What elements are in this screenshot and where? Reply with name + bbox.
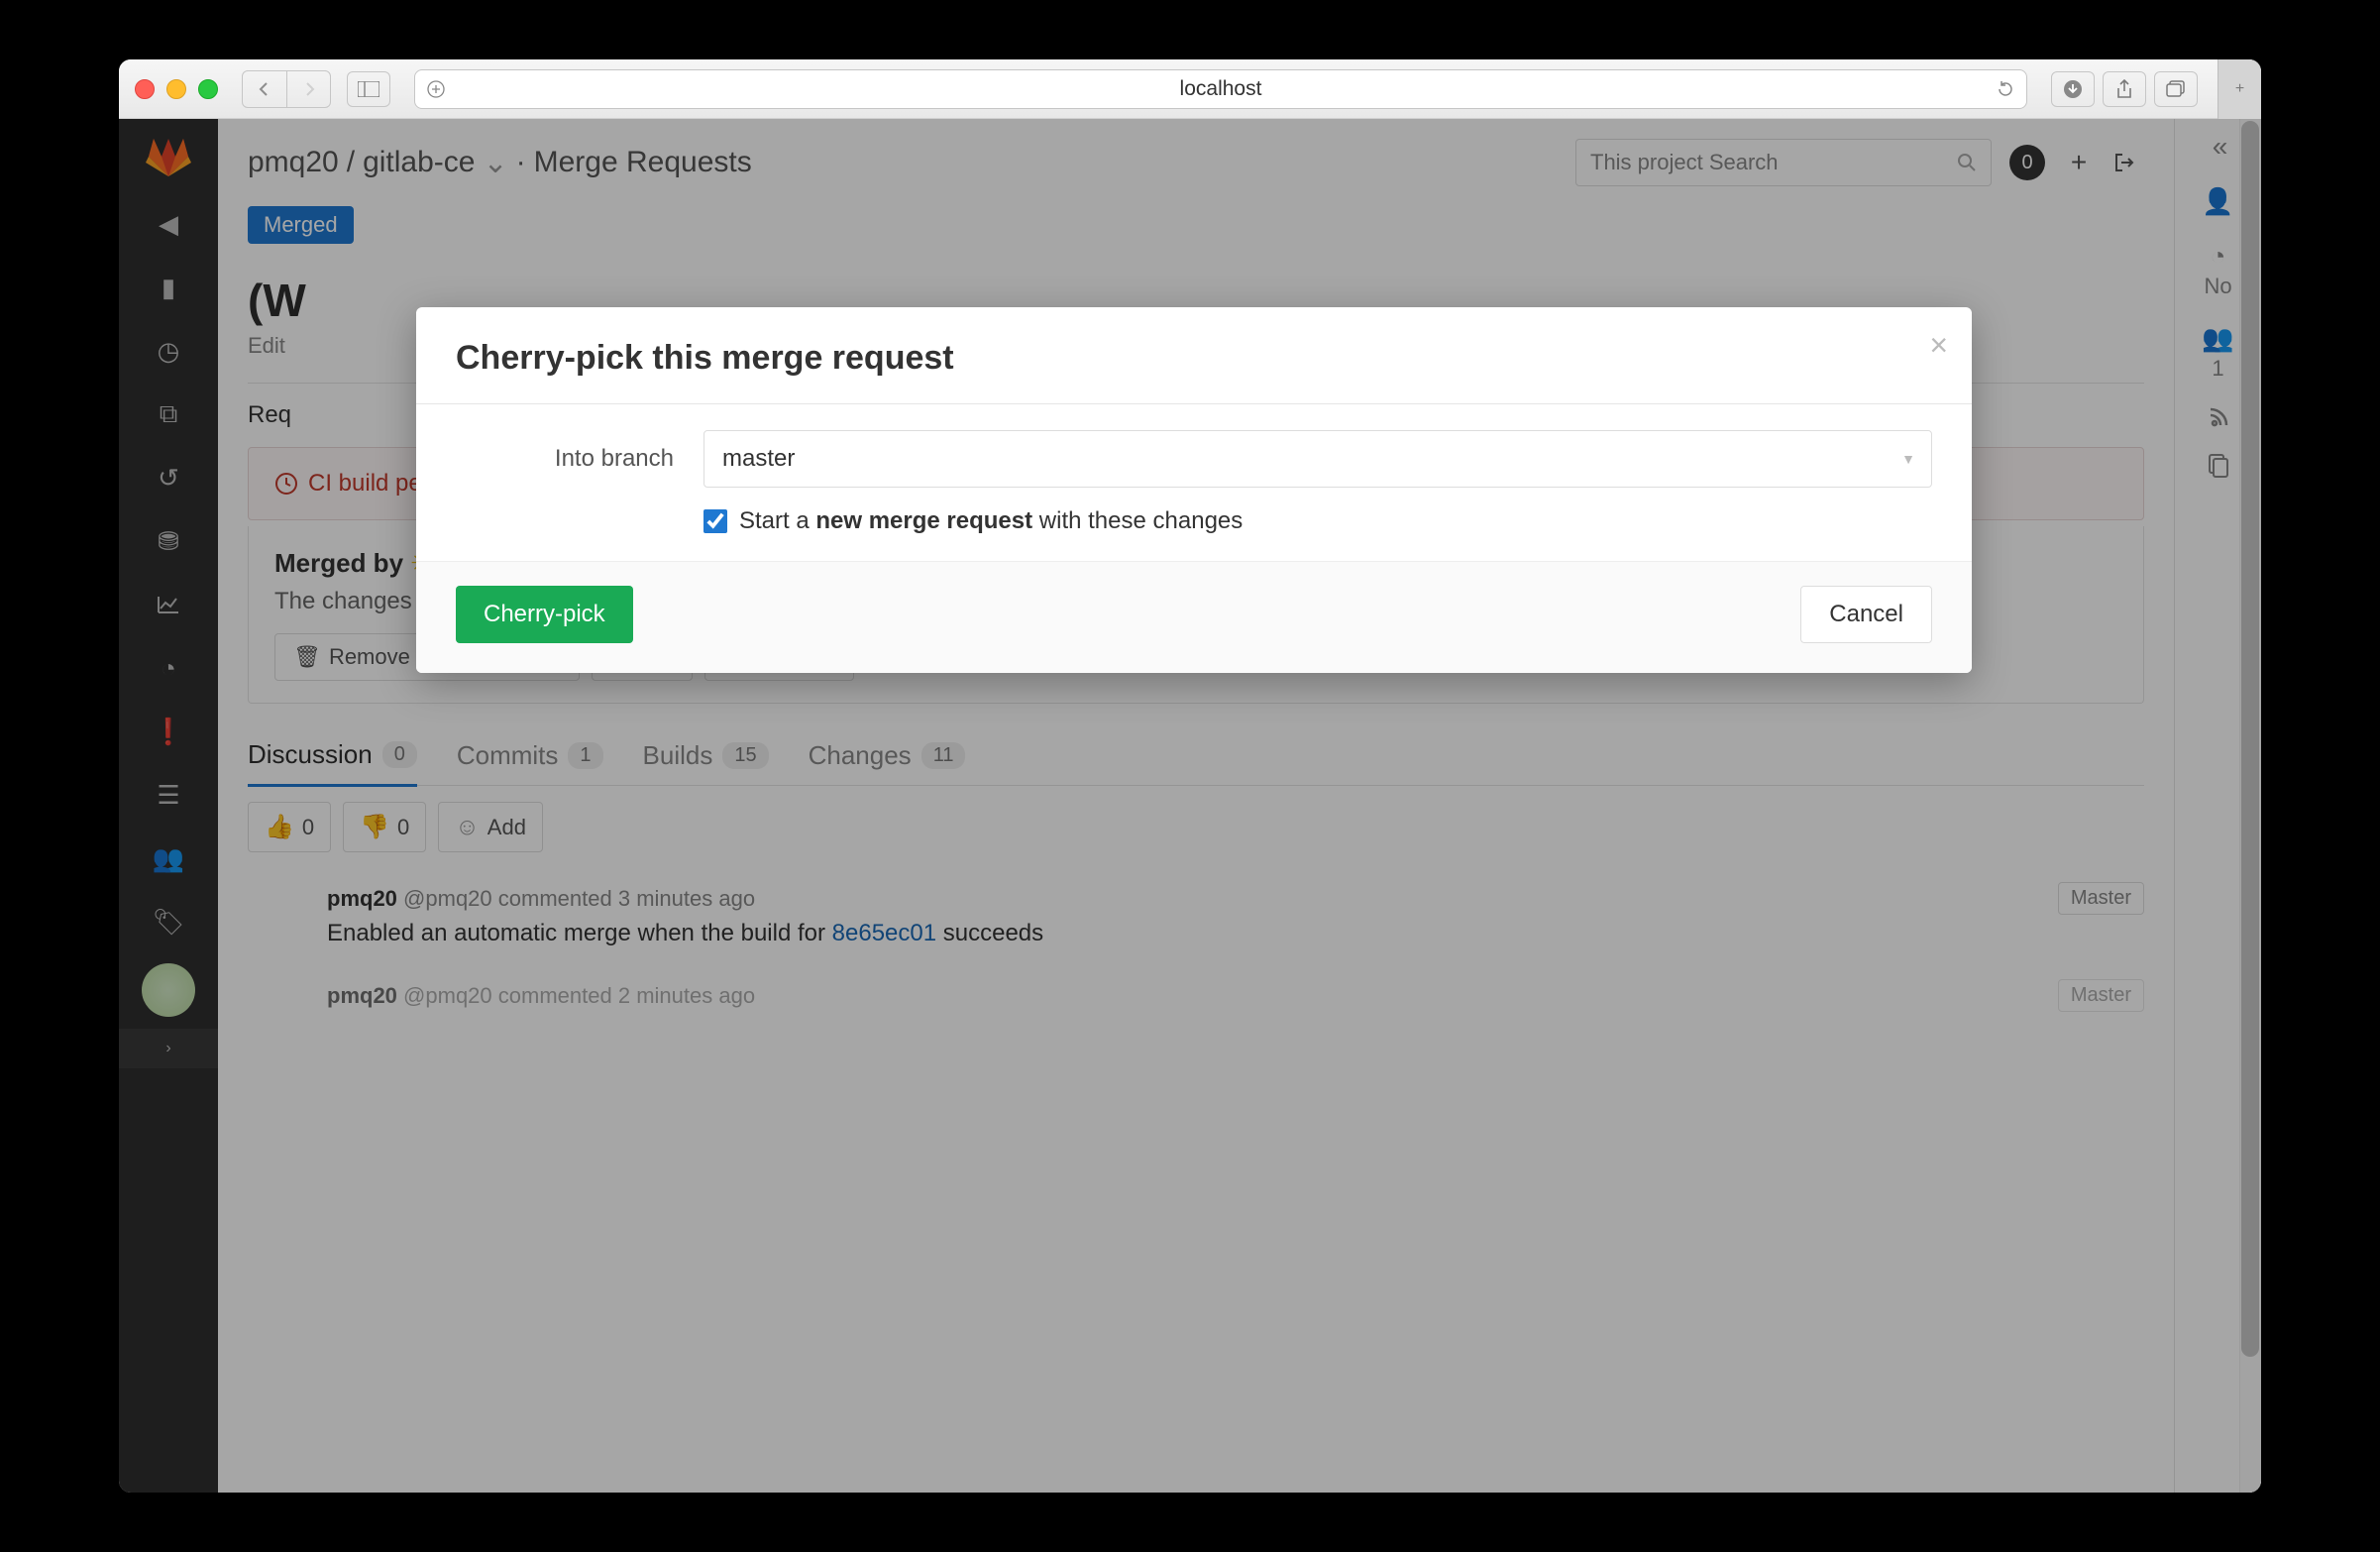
branch-select[interactable]: master ▼ [703, 430, 1932, 488]
add-page-icon[interactable] [427, 80, 445, 98]
tabs-button[interactable] [2154, 71, 2198, 107]
chevron-down-icon: ▼ [1901, 451, 1915, 467]
sidebar-toggle-button[interactable] [347, 71, 390, 107]
start-new-mr-checkbox[interactable] [703, 509, 727, 533]
nav-forward-button[interactable] [286, 71, 330, 107]
url-text: localhost [1180, 77, 1262, 101]
cherry-pick-submit-button[interactable]: Cherry-pick [456, 586, 633, 643]
titlebar: localhost + [119, 59, 2261, 119]
reload-icon[interactable] [1997, 80, 2014, 98]
traffic-lights [135, 79, 218, 99]
browser-window: localhost + ◀ ▮ [119, 59, 2261, 1493]
window-minimize-icon[interactable] [166, 79, 186, 99]
new-tab-button[interactable]: + [2218, 59, 2261, 119]
start-new-mr-label: Start a new merge request with these cha… [739, 507, 1243, 535]
nav-back-button[interactable] [243, 71, 286, 107]
window-zoom-icon[interactable] [198, 79, 218, 99]
window-close-icon[interactable] [135, 79, 155, 99]
close-icon[interactable]: × [1929, 327, 1948, 364]
cancel-button[interactable]: Cancel [1800, 586, 1932, 643]
modal-title: Cherry-pick this merge request [456, 339, 1932, 378]
nav-buttons [242, 70, 331, 108]
downloads-button[interactable] [2051, 71, 2095, 107]
share-button[interactable] [2103, 71, 2146, 107]
url-field[interactable]: localhost [414, 69, 2027, 109]
into-branch-label: Into branch [456, 445, 674, 473]
cherry-pick-modal: Cherry-pick this merge request × Into br… [416, 307, 1972, 673]
titlebar-right [2051, 71, 2198, 107]
